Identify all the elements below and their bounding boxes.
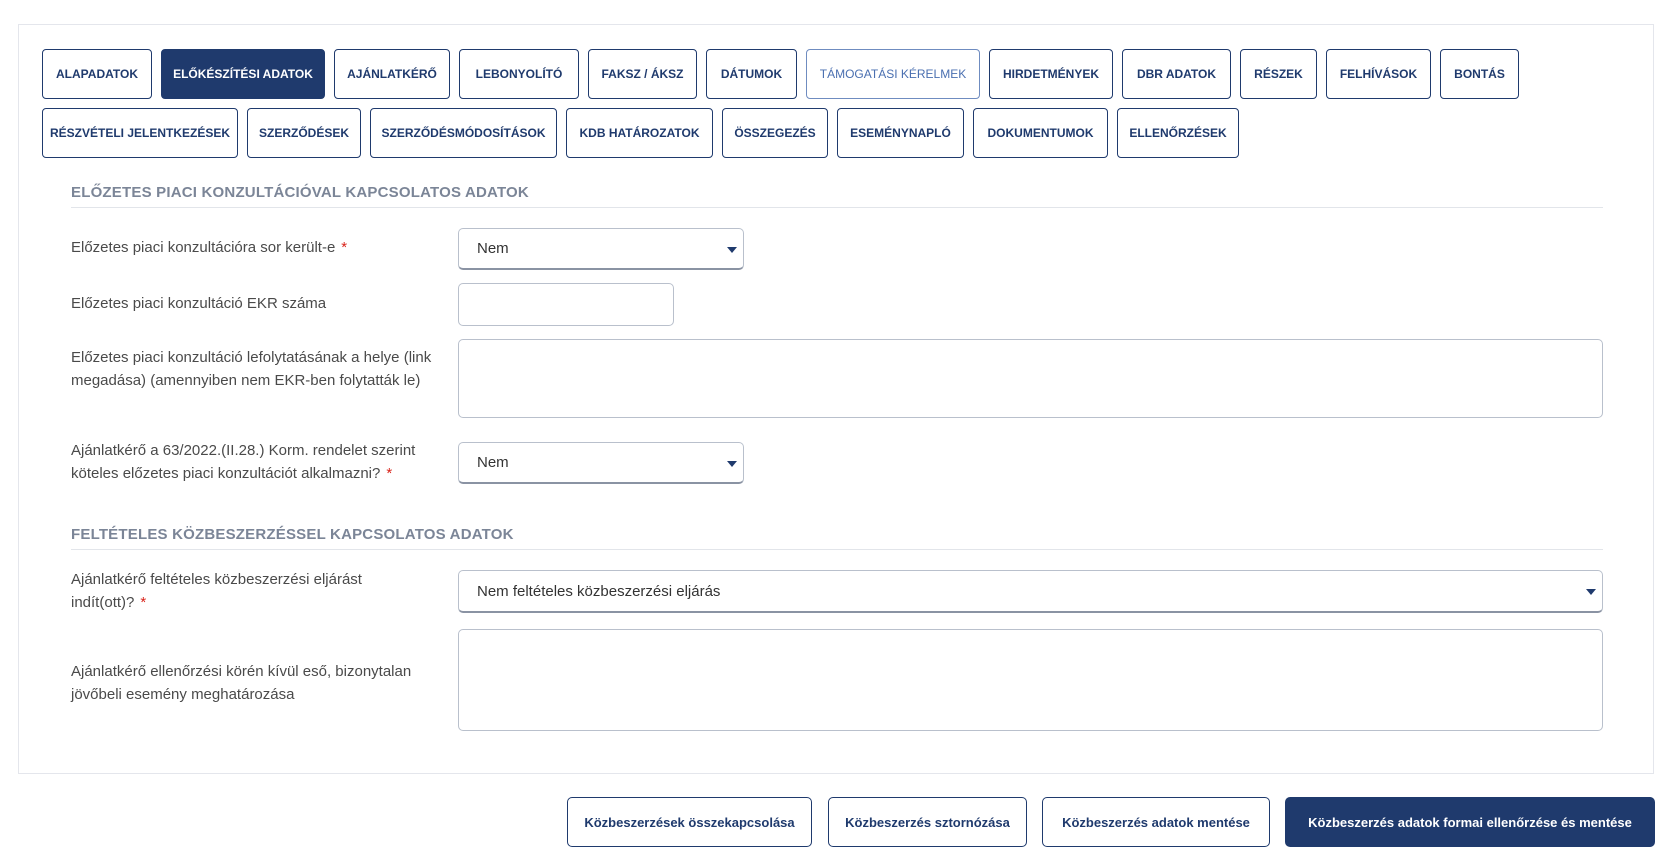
tab-row-2: RÉSZVÉTELI JELENTKEZÉSEK SZERZŐDÉSEK SZE…: [42, 108, 1602, 158]
tab-dbr-adatok[interactable]: DBR ADATOK: [1122, 49, 1231, 99]
link-procurements-button[interactable]: Közbeszerzések összekapcsolása: [567, 797, 812, 847]
ekr-number-input[interactable]: [458, 283, 674, 326]
label-ekr-number: Előzetes piaci konzultáció EKR száma: [71, 295, 327, 312]
tab-esemenynaplo[interactable]: ESEMÉNYNAPLÓ: [837, 108, 964, 158]
label-text: Előzetes piaci konzultációra sor került-…: [71, 239, 336, 256]
tab-osszegezes[interactable]: ÖSSZEGEZÉS: [722, 108, 828, 158]
section-divider: [71, 207, 1603, 208]
required-asterisk: *: [386, 465, 393, 482]
tab-reszveteli-jelentkezesek[interactable]: RÉSZVÉTELI JELENTKEZÉSEK: [42, 108, 238, 158]
tab-tamogatasi-kerelmek[interactable]: TÁMOGATÁSI KÉRELMEK: [806, 49, 980, 99]
tab-ajanlatkero[interactable]: AJÁNLATKÉRŐ: [334, 49, 450, 99]
tab-szerzodesmodositasok[interactable]: SZERZŐDÉSMÓDOSÍTÁSOK: [370, 108, 557, 158]
tab-ellenorzesek[interactable]: ELLENŐRZÉSEK: [1117, 108, 1239, 158]
tab-datumok[interactable]: DÁTUMOK: [706, 49, 797, 99]
select-value: Nem feltételes közbeszerzési eljárás: [477, 582, 721, 600]
tab-bar: ALAPADATOK ELŐKÉSZÍTÉSI ADATOK AJÁNLATKÉ…: [42, 49, 1602, 167]
tab-row-1: ALAPADATOK ELŐKÉSZÍTÉSI ADATOK AJÁNLATKÉ…: [42, 49, 1602, 99]
tab-faksz-aksz[interactable]: FAKSZ / ÁKSZ: [588, 49, 697, 99]
tab-elokeszitesi-adatok[interactable]: ELŐKÉSZÍTÉSI ADATOK: [161, 49, 325, 99]
label-conditional-procedure: Ajánlatkérő feltételes közbeszerzési elj…: [71, 568, 411, 614]
check-and-save-button[interactable]: Közbeszerzés adatok formai ellenőrzése é…: [1285, 797, 1655, 847]
required-asterisk: *: [341, 239, 348, 256]
tab-felhivasok[interactable]: FELHÍVÁSOK: [1326, 49, 1431, 99]
section-title-conditional-procurement: FELTÉTELES KÖZBESZERZÉSSEL KAPCSOLATOS A…: [71, 526, 514, 543]
tab-alapadatok[interactable]: ALAPADATOK: [42, 49, 152, 99]
save-procurement-button[interactable]: Közbeszerzés adatok mentése: [1042, 797, 1270, 847]
tab-hirdetmenyek[interactable]: HIRDETMÉNYEK: [989, 49, 1113, 99]
tab-reszek[interactable]: RÉSZEK: [1240, 49, 1317, 99]
label-consultation-place: Előzetes piaci konzultáció lefolytatásán…: [71, 349, 432, 389]
section-divider: [71, 549, 1603, 550]
tab-dokumentumok[interactable]: DOKUMENTUMOK: [973, 108, 1108, 158]
consultation-place-textarea[interactable]: [458, 339, 1603, 418]
select-consultation-held[interactable]: Nem: [458, 228, 744, 270]
uncertain-event-textarea[interactable]: [458, 629, 1603, 731]
caret-down-icon: [1586, 589, 1596, 595]
tab-szerzodesek[interactable]: SZERZŐDÉSEK: [247, 108, 361, 158]
caret-down-icon: [727, 460, 737, 467]
required-asterisk: *: [140, 594, 147, 611]
tab-kdb-hatarozatok[interactable]: KDB HATÁROZATOK: [566, 108, 713, 158]
label-consultation-held: Előzetes piaci konzultációra sor került-…: [71, 236, 441, 259]
select-conditional-procedure[interactable]: Nem feltételes közbeszerzési eljárás: [458, 570, 1603, 613]
caret-down-icon: [727, 246, 737, 253]
select-value: Nem: [477, 240, 509, 257]
select-value: Nem: [477, 454, 509, 471]
label-text: Ajánlatkérő a 63/2022.(II.28.) Korm. ren…: [71, 442, 416, 482]
cancel-procurement-button[interactable]: Közbeszerzés sztornózása: [828, 797, 1027, 847]
tab-lebonyolito[interactable]: LEBONYOLÍTÓ: [459, 49, 579, 99]
label-mandatory-consultation: Ajánlatkérő a 63/2022.(II.28.) Korm. ren…: [71, 439, 441, 485]
label-uncertain-event: Ajánlatkérő ellenőrzési körén kívül eső,…: [71, 663, 412, 703]
label-text: Ajánlatkérő feltételes közbeszerzési elj…: [71, 571, 362, 611]
tab-bontas[interactable]: BONTÁS: [1440, 49, 1519, 99]
section-title-market-consultation: ELŐZETES PIACI KONZULTÁCIÓVAL KAPCSOLATO…: [71, 184, 529, 201]
select-mandatory-consultation[interactable]: Nem: [458, 442, 744, 484]
